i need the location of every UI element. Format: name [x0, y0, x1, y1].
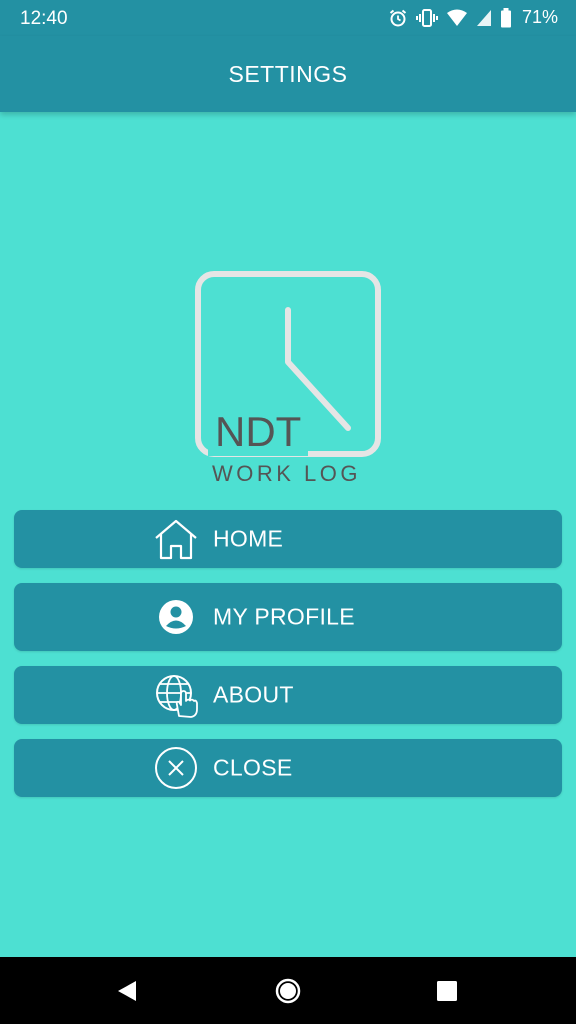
app-logo: NDT WORK LOG: [190, 268, 390, 488]
battery-percent: 71%: [521, 7, 558, 27]
home-circle-icon[interactable]: [274, 977, 302, 1005]
navigation-bar: [0, 957, 576, 1024]
close-label: CLOSE: [213, 754, 293, 781]
status-time: 12:40: [20, 8, 68, 29]
battery-icon: [500, 7, 511, 27]
close-circle-icon: [155, 747, 197, 789]
alarm-icon: [389, 9, 407, 26]
app-bar: SETTINGS: [0, 36, 576, 112]
home-button[interactable]: HOME: [14, 510, 562, 568]
globe-hand-icon: [156, 675, 198, 718]
page-title: SETTINGS: [228, 60, 348, 87]
about-button[interactable]: ABOUT: [14, 666, 562, 724]
signal-icon: [476, 9, 491, 26]
status-bar: 12:40 71%: [0, 0, 576, 36]
clock-logo-icon: NDT WORK LOG: [195, 271, 381, 486]
back-icon[interactable]: [114, 977, 142, 1005]
my-profile-button[interactable]: MY PROFILE: [14, 583, 562, 651]
profile-icon: [159, 600, 193, 634]
logo-title: NDT: [215, 408, 301, 455]
home-icon: [155, 519, 197, 560]
status-icons: 71%: [388, 7, 558, 28]
wifi-icon: [446, 9, 467, 26]
about-label: ABOUT: [213, 681, 294, 708]
vibrate-icon: [415, 8, 438, 27]
my-profile-label: MY PROFILE: [213, 603, 355, 630]
recents-icon[interactable]: [433, 977, 461, 1005]
home-label: HOME: [213, 525, 284, 552]
close-button[interactable]: CLOSE: [14, 739, 562, 797]
logo-subtitle: WORK LOG: [212, 461, 361, 486]
